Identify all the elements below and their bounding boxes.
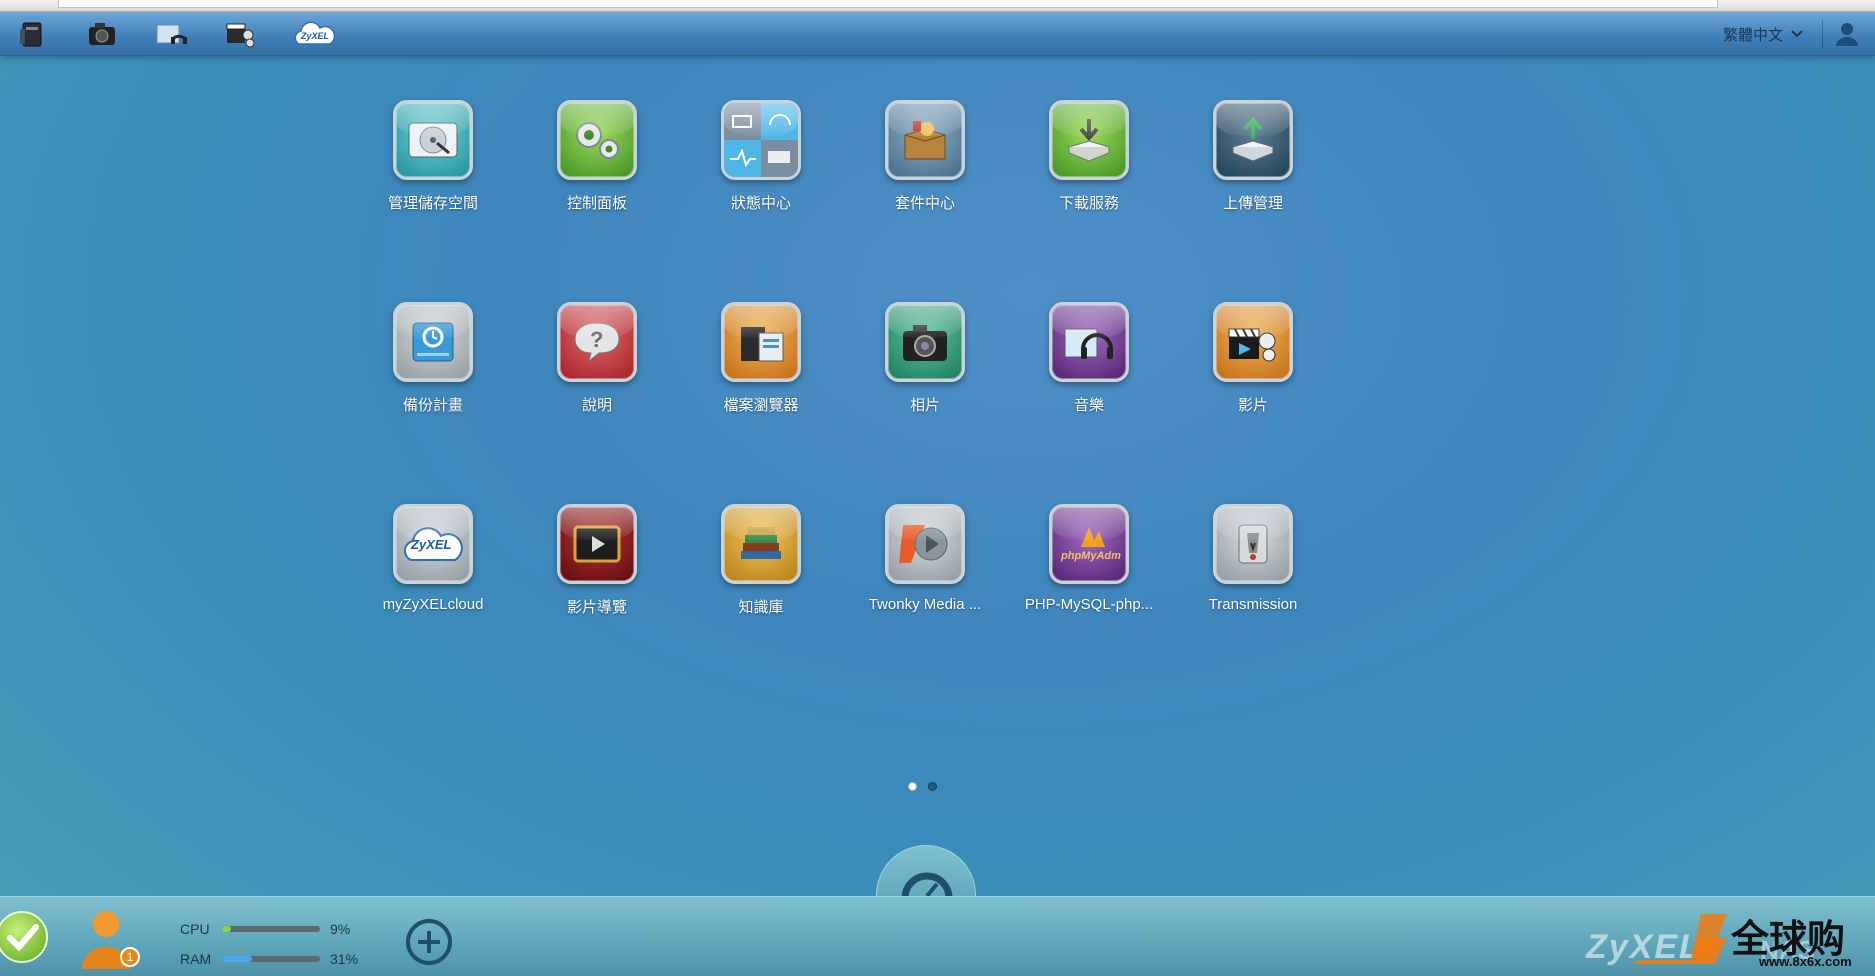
app-label[interactable]: 套件中心 [845,192,1005,213]
zyxel-cloud-icon[interactable]: ZyXEL [393,504,473,584]
music-icon[interactable] [153,18,189,50]
transmission-icon[interactable] [1213,504,1293,584]
package-box-icon[interactable] [885,100,965,180]
camera-icon[interactable] [84,18,120,50]
app-label[interactable]: 控制面板 [517,192,677,213]
app-label[interactable]: 音樂 [1009,394,1169,415]
page-dot-2[interactable] [928,782,937,791]
app-label[interactable]: Twonky Media ... [845,596,1005,613]
film-clapper-icon[interactable] [1213,302,1293,382]
app-label[interactable]: 上傳管理 [1173,192,1333,213]
app-shortcut[interactable]: 上傳管理 [1173,100,1333,213]
user-account-icon[interactable] [1833,20,1861,48]
cpu-value: 9% [330,921,351,937]
media-play-icon[interactable] [885,504,965,584]
svg-text:ZyXEL: ZyXEL [410,537,452,552]
books-icon[interactable] [721,504,801,584]
app-shortcut[interactable]: 音樂 [1009,302,1169,415]
ram-usage: RAM 31% [180,951,358,967]
toolbar-divider [1822,20,1823,48]
app-shortcut[interactable]: 控制面板 [517,100,677,213]
upload-drive-icon[interactable] [1213,100,1293,180]
camera-icon[interactable] [885,302,965,382]
cpu-usage: CPU 9% [180,921,350,937]
app-label[interactable]: 管理儲存空間 [353,192,513,213]
app-label[interactable]: Transmission [1173,596,1333,613]
app-shortcut[interactable]: 管理儲存空間 [353,100,513,213]
gears-icon[interactable] [557,100,637,180]
ram-value: 31% [330,951,359,967]
svg-text:ZyXEL: ZyXEL [300,31,329,41]
watermark-url: www.8x6x.com [1759,954,1852,969]
file-browser-icon[interactable] [721,302,801,382]
system-status-ok-icon[interactable] [0,911,48,963]
app-shortcut[interactable]: 狀態中心 [681,100,841,213]
app-shortcut[interactable]: 套件中心 [845,100,1005,213]
storage-device-icon[interactable] [14,18,50,50]
app-shortcut[interactable]: 影片導覽 [517,504,677,617]
download-drive-icon[interactable] [1049,100,1129,180]
headphones-icon[interactable] [1049,302,1129,382]
video-player-icon[interactable] [557,504,637,584]
help-bubble-icon[interactable]: ? [557,302,637,382]
app-label[interactable]: 影片導覽 [517,596,677,617]
app-shortcut[interactable]: Twonky Media ... [845,504,1005,613]
video-icon[interactable] [222,18,258,50]
app-shortcut[interactable]: 檔案瀏覽器 [681,302,841,415]
app-shortcut[interactable]: ? 說明 [517,302,677,415]
zyxel-cloud-icon[interactable]: ZyXEL [290,18,338,50]
add-circle-icon [406,919,452,965]
backup-drive-icon[interactable] [393,302,473,382]
app-shortcut[interactable]: phpMyAdmin PHP-MySQL-php... [1009,504,1169,613]
app-label[interactable]: 狀態中心 [681,192,841,213]
app-label[interactable]: 知識庫 [681,596,841,617]
app-shortcut[interactable]: 影片 [1173,302,1333,415]
app-label[interactable]: 下載服務 [1009,192,1169,213]
page-indicator [908,782,937,791]
online-users-icon[interactable]: 1 [78,907,148,971]
phpmyadmin-icon[interactable]: phpMyAdmin [1049,504,1129,584]
add-widget-button[interactable] [404,917,454,967]
app-label[interactable]: 影片 [1173,394,1333,415]
app-shortcut[interactable]: 備份計畫 [353,302,513,415]
app-shortcut[interactable]: 知識庫 [681,504,841,617]
watermark: 全球购 www.8x6x.com [1631,908,1871,974]
app-label[interactable]: myZyXELcloud [353,596,513,613]
app-label[interactable]: PHP-MySQL-php... [1009,596,1169,613]
app-shortcut[interactable]: Transmission [1173,504,1333,613]
cpu-label: CPU [180,921,210,937]
app-shortcut[interactable]: 下載服務 [1009,100,1169,213]
app-label[interactable]: 檔案瀏覽器 [681,394,841,415]
address-bar[interactable] [58,0,1718,8]
top-bar: ZyXEL 繁體中文 [0,12,1875,56]
ram-label: RAM [180,951,212,967]
ram-bar [222,956,320,962]
chevron-down-icon [1791,30,1803,38]
language-label: 繁體中文 [1722,26,1783,44]
hard-disk-icon[interactable] [393,100,473,180]
app-shortcut[interactable]: ZyXEL myZyXELcloud [353,504,513,613]
status-dashboard-icon[interactable] [721,100,801,180]
app-label[interactable]: 說明 [517,394,677,415]
language-selector[interactable]: 繁體中文 [1723,22,1803,46]
app-shortcut[interactable]: 相片 [845,302,1005,415]
page-dot-1[interactable] [908,782,917,791]
ram-bar-fill [222,956,253,962]
cpu-bar [222,926,320,932]
online-users-badge: 1 [120,947,140,967]
svg-text:?: ? [590,327,603,352]
cpu-bar-fill [222,926,231,932]
app-label[interactable]: 備份計畫 [353,394,513,415]
browser-chrome [0,0,1875,12]
svg-text:phpMyAdmin: phpMyAdmin [1060,550,1121,562]
app-label[interactable]: 相片 [845,394,1005,415]
